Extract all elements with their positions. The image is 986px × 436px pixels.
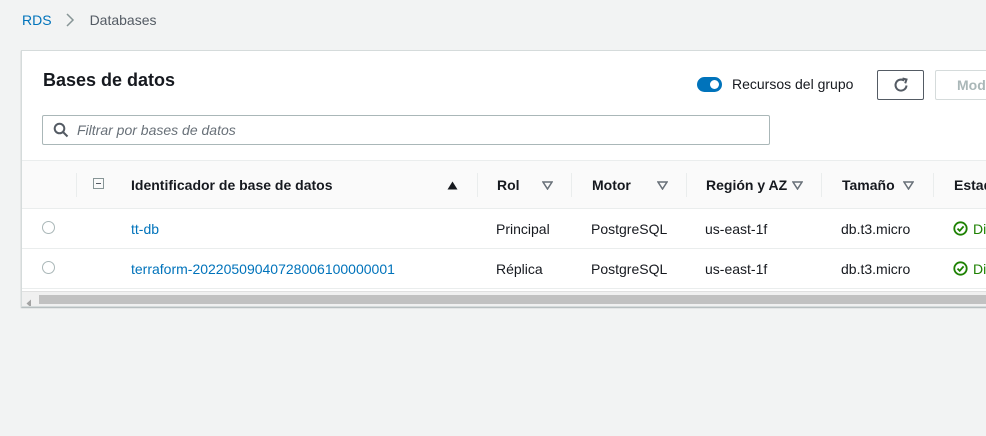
status-text: Di <box>973 220 986 237</box>
column-divider <box>571 173 572 197</box>
modify-button[interactable]: Mod <box>935 70 986 100</box>
databases-panel: Bases de datos Recursos del grupo Mod Id… <box>21 50 986 307</box>
scroll-left-icon[interactable] <box>26 295 32 306</box>
row-select-radio[interactable] <box>42 221 55 234</box>
db-role: Réplica <box>496 260 543 277</box>
column-divider <box>933 173 934 197</box>
db-size: db.t3.micro <box>841 220 911 237</box>
db-region: us-east-1f <box>705 220 768 237</box>
column-divider <box>76 173 77 197</box>
chevron-right-icon <box>65 13 77 27</box>
db-engine: PostgreSQL <box>591 260 668 277</box>
filter-databases-search[interactable] <box>42 115 770 145</box>
group-resources-toggle[interactable]: Recursos del grupo <box>697 76 853 92</box>
horizontal-scrollbar[interactable] <box>22 291 986 306</box>
breadcrumb-current: Databases <box>89 12 157 28</box>
table-row[interactable]: terraform-20220509040728006100000001 Rép… <box>22 249 986 289</box>
column-divider <box>477 173 478 197</box>
group-resources-label: Recursos del grupo <box>732 76 854 92</box>
table-row[interactable]: tt-db Principal PostgreSQL us-east-1f db… <box>22 209 986 249</box>
db-role: Principal <box>496 220 550 237</box>
column-divider <box>686 173 687 197</box>
breadcrumb: RDS Databases <box>22 11 157 29</box>
databases-table: Identificador de base de datos Rol Motor… <box>22 160 986 289</box>
sort-descending-icon[interactable] <box>657 161 668 209</box>
status-text: Di <box>973 260 986 277</box>
breadcrumb-rds-link[interactable]: RDS <box>22 12 52 28</box>
column-divider <box>821 173 822 197</box>
collapse-all-icon[interactable] <box>93 178 104 189</box>
db-region: us-east-1f <box>705 260 768 277</box>
sort-descending-icon[interactable] <box>903 161 914 209</box>
toggle-switch[interactable] <box>697 76 722 92</box>
table-header: Identificador de base de datos Rol Motor… <box>22 160 986 209</box>
page-title: Bases de datos <box>43 70 176 90</box>
sort-ascending-icon[interactable] <box>447 161 458 209</box>
toggle-knob <box>710 79 719 89</box>
search-input[interactable] <box>77 122 769 138</box>
search-icon <box>53 122 69 138</box>
refresh-icon <box>892 76 910 94</box>
db-engine: PostgreSQL <box>591 220 668 237</box>
status-badge: Di <box>953 209 986 248</box>
db-identifier-link[interactable]: terraform-20220509040728006100000001 <box>131 249 395 288</box>
refresh-button[interactable] <box>877 70 924 100</box>
column-header-size[interactable]: Tamaño <box>842 161 895 209</box>
column-header-status[interactable]: Estad <box>954 161 986 209</box>
sort-descending-icon[interactable] <box>792 161 803 209</box>
column-header-region[interactable]: Región y AZ <box>706 161 787 209</box>
db-identifier-link[interactable]: tt-db <box>131 209 159 248</box>
column-header-identifier[interactable]: Identificador de base de datos <box>131 161 333 209</box>
row-select-radio[interactable] <box>42 261 55 274</box>
scrollbar-thumb[interactable] <box>39 295 986 304</box>
status-ok-icon <box>953 221 968 236</box>
column-header-engine[interactable]: Motor <box>592 161 631 209</box>
sort-descending-icon[interactable] <box>542 161 553 209</box>
db-size: db.t3.micro <box>841 260 911 277</box>
column-header-role[interactable]: Rol <box>497 161 520 209</box>
status-badge: Di <box>953 249 986 288</box>
status-ok-icon <box>953 261 968 276</box>
